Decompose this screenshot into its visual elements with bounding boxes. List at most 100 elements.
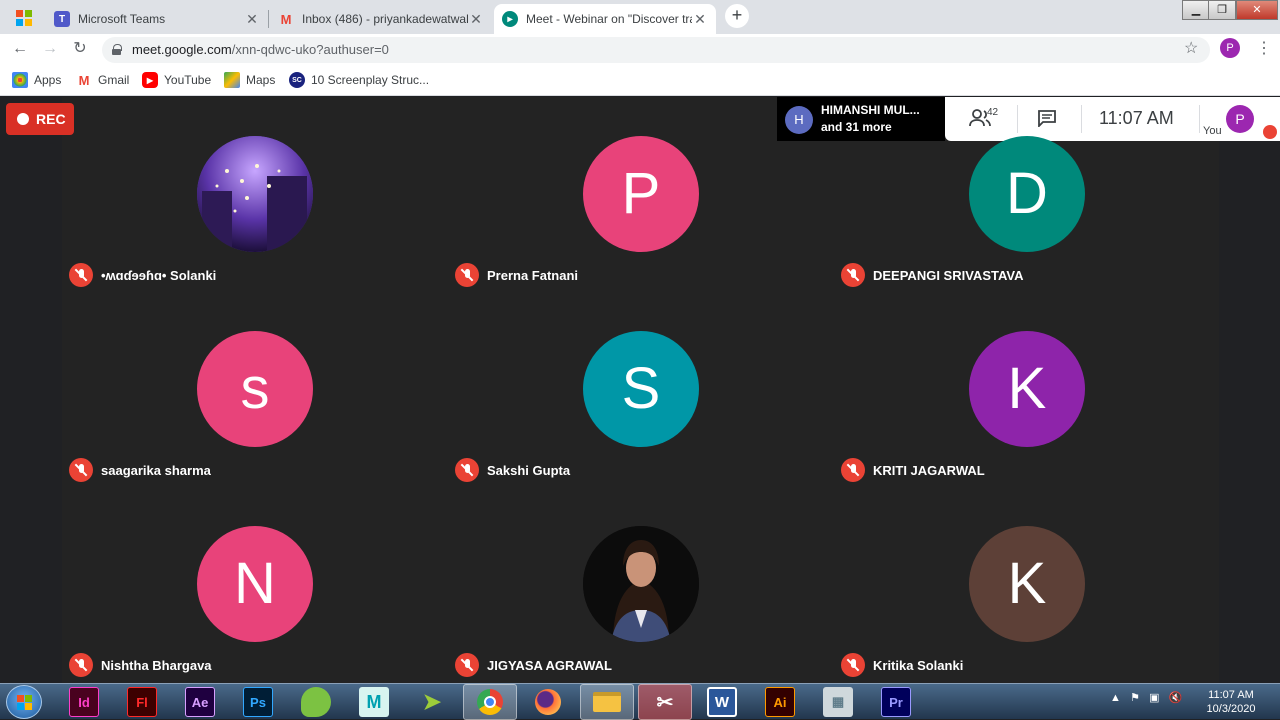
more-menu-icon[interactable]: ⋮ (1256, 38, 1272, 58)
lock-icon (112, 44, 122, 55)
maps-icon (224, 72, 240, 88)
bookmark-screenplay[interactable]: SC 10 Screenplay Struc... (289, 72, 429, 88)
close-tab-icon[interactable]: ✕ (468, 11, 484, 28)
bookmark-youtube[interactable]: ▶ YouTube (142, 72, 211, 88)
close-window-button[interactable]: ✕ (1236, 0, 1278, 20)
mic-off-icon (69, 458, 93, 482)
participant-avatar: S (583, 331, 699, 447)
participant-tile[interactable]: P Prerna Fatnani (448, 97, 834, 292)
self-avatar[interactable]: P (1226, 105, 1254, 133)
participant-name: Nishtha Bhargava (101, 657, 212, 673)
file-explorer-button[interactable] (580, 684, 634, 720)
back-arrow-icon[interactable]: ← (10, 39, 30, 59)
flag-icon[interactable]: ⚑ (1130, 692, 1140, 704)
tab-gmail-inbox[interactable]: M Inbox (486) - priyankadewatwal@ ✕ (270, 4, 492, 34)
participant-avatar: N (197, 526, 313, 642)
new-tab-button[interactable]: + (725, 4, 749, 28)
sc-icon: SC (289, 72, 305, 88)
teams-icon: T (54, 11, 70, 27)
calculator-icon[interactable]: ▦ (823, 687, 853, 717)
mic-off-icon (841, 458, 865, 482)
profile-avatar[interactable]: P (1220, 38, 1240, 58)
mic-off-icon (455, 458, 479, 482)
show-hidden-icons[interactable]: ▲ (1110, 692, 1121, 704)
maximize-button[interactable]: ❐ (1208, 0, 1236, 20)
windows-taskbar: Id Fl Ae Ps M ➤ ✂ W Ai ▦ Pr ▲ ⚑ ▣ 🔇 11:0… (0, 683, 1280, 720)
mic-off-icon (455, 653, 479, 677)
close-tab-icon[interactable]: ✕ (244, 11, 260, 28)
mic-off-icon (69, 263, 93, 287)
participant-name: Prerna Fatnani (487, 267, 579, 283)
participant-name: •ʍɑɗɘɘɦɑ• Solanki (101, 267, 217, 283)
mic-off-icon (69, 653, 93, 677)
self-mic-off-icon (1263, 125, 1277, 139)
meet-icon: ▸ (502, 11, 518, 27)
windows-logo-icon[interactable] (8, 6, 40, 28)
bookmark-apps[interactable]: Apps (12, 72, 61, 88)
start-button[interactable] (6, 685, 42, 719)
participant-name: Kritika Solanki (873, 657, 964, 673)
participant-photo (197, 136, 313, 252)
participant-tile[interactable]: JIGYASA AGRAWAL (448, 487, 834, 682)
paper-plane-icon[interactable]: ➤ (417, 687, 447, 717)
participant-avatar: K (969, 331, 1085, 447)
gmail-icon: M (78, 72, 90, 88)
address-bar[interactable]: meet.google.com/xnn-qdwc-uko?authuser=0 (102, 37, 1210, 63)
network-icon[interactable]: ▣ (1149, 692, 1159, 704)
chrome-taskbar-button[interactable] (463, 684, 517, 720)
clock-date: 10/3/2020 (1206, 703, 1256, 715)
participant-tile[interactable]: •ʍɑɗɘɘɦɑ• Solanki (62, 97, 448, 292)
maya-icon[interactable]: M (359, 687, 389, 717)
participant-avatar: P (583, 136, 699, 252)
participant-name: DEEPANGI SRIVASTAVA (873, 267, 1024, 283)
bookmark-gmail[interactable]: M Gmail (76, 72, 130, 88)
participant-avatar: s (197, 331, 313, 447)
bookmarks-bar: Apps M Gmail ▶ YouTube Maps SC 10 Screen… (0, 64, 1280, 96)
reload-icon[interactable]: ↻ (70, 39, 90, 59)
after-effects-icon[interactable]: Ae (185, 687, 215, 717)
browser-tab-strip: T Microsoft Teams ✕ M Inbox (486) - priy… (0, 0, 1280, 34)
browser-toolbar: ← → ↻ meet.google.com/xnn-qdwc-uko?authu… (0, 34, 1280, 64)
clock-time: 11:07 AM (1208, 689, 1254, 701)
participant-tile[interactable]: K Kritika Solanki (834, 487, 1220, 682)
folder-icon (593, 692, 621, 712)
green-app-icon[interactable] (301, 687, 331, 717)
premiere-icon[interactable]: Pr (881, 687, 911, 717)
participant-name: JIGYASA AGRAWAL (487, 657, 612, 673)
participant-name: KRITI JAGARWAL (873, 462, 985, 478)
close-tab-icon[interactable]: ✕ (692, 11, 708, 28)
word-icon[interactable]: W (707, 687, 737, 717)
tab-google-meet[interactable]: ▸ Meet - Webinar on "Discover tra ✕ (494, 4, 716, 34)
indesign-icon[interactable]: Id (69, 687, 99, 717)
system-tray: ▲ ⚑ ▣ 🔇 (1110, 691, 1182, 704)
participant-tile[interactable]: s saagarika sharma (62, 292, 448, 487)
participant-tile[interactable]: K KRITI JAGARWAL (834, 292, 1220, 487)
participant-avatar: D (969, 136, 1085, 252)
mic-off-icon (841, 263, 865, 287)
participant-photo (583, 526, 699, 642)
participant-name: saagarika sharma (101, 462, 211, 478)
minimize-button[interactable]: ▁ (1182, 0, 1210, 20)
volume-icon[interactable]: 🔇 (1169, 692, 1183, 704)
participant-tile[interactable]: N Nishtha Bhargava (62, 487, 448, 682)
participant-tile[interactable]: S Sakshi Gupta (448, 292, 834, 487)
snipping-tool-button[interactable]: ✂ (638, 684, 692, 720)
chrome-icon (477, 689, 503, 715)
flash-icon[interactable]: Fl (127, 687, 157, 717)
mic-off-icon (841, 653, 865, 677)
participant-name: Sakshi Gupta (487, 462, 571, 478)
apps-grid-icon (12, 72, 28, 88)
bookmark-maps[interactable]: Maps (224, 72, 275, 88)
meet-window: REC H HIMANSHI MUL... and 31 more 42 11:… (0, 97, 1280, 683)
photoshop-icon[interactable]: Ps (243, 687, 273, 717)
participant-avatar: K (969, 526, 1085, 642)
bookmark-star-icon[interactable]: ☆ (1184, 38, 1198, 58)
firefox-icon[interactable] (533, 687, 563, 717)
tab-microsoft-teams[interactable]: T Microsoft Teams ✕ (46, 4, 268, 34)
forward-arrow-icon[interactable]: → (40, 39, 60, 59)
system-clock[interactable]: 11:07 AM 10/3/2020 (1200, 688, 1262, 716)
participant-tile[interactable]: D DEEPANGI SRIVASTAVA (834, 97, 1220, 292)
mic-off-icon (455, 263, 479, 287)
gmail-icon: M (280, 11, 292, 27)
illustrator-icon[interactable]: Ai (765, 687, 795, 717)
